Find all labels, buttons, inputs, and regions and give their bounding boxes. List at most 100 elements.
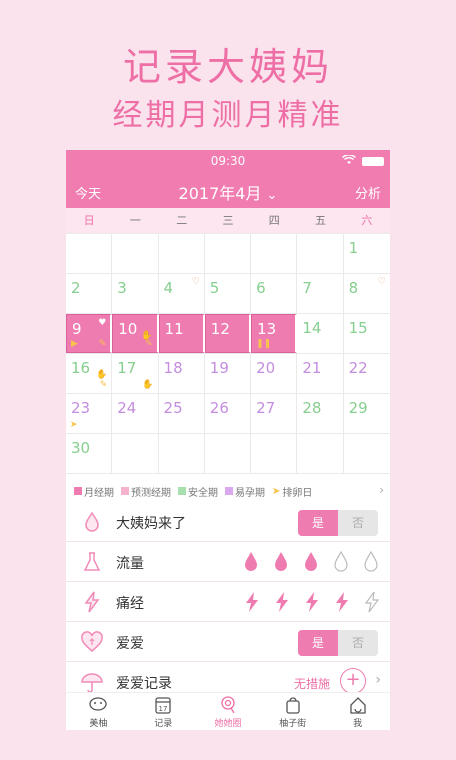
calendar-day[interactable] (205, 234, 252, 273)
calendar-day[interactable]: 13 ❚❚ (251, 314, 298, 353)
calendar-week: 2 3 4 ♡ 5 6 7 8 ♡ (66, 274, 390, 314)
calendar-day[interactable] (344, 434, 390, 473)
toggle-yes[interactable]: 是 (298, 630, 338, 656)
calendar-day[interactable]: 12 (204, 314, 252, 353)
calendar-day[interactable]: 7 (297, 274, 344, 313)
day-number: 24 (117, 399, 137, 417)
legend-label: 预测经期 (131, 487, 171, 499)
promo-subtitle: 经期月测月精准 (112, 98, 344, 133)
drop-filled-icon[interactable] (302, 550, 320, 574)
drop-filled-icon[interactable] (272, 550, 290, 574)
lightning-filled-icon[interactable] (302, 590, 320, 614)
legend-swatch (74, 487, 82, 495)
period-toggle[interactable]: 是 否 (298, 510, 378, 536)
calendar-day[interactable]: 4 ♡ (159, 274, 205, 313)
calendar-week: 9 ♥ ▶ ✎ 10 ✋ ✎ 11 12 13 ❚❚ 14 15 (66, 314, 390, 354)
calendar-day[interactable] (251, 234, 298, 273)
love-toggle[interactable]: 是 否 (298, 630, 378, 656)
calendar-day[interactable]: 20 (251, 354, 298, 393)
record-label: 爱爱 (116, 636, 144, 652)
calendar-day[interactable] (159, 434, 205, 473)
record-cramps: 痛经 (66, 582, 390, 622)
calendar-day[interactable]: 15 (344, 314, 390, 353)
calendar-legend[interactable]: 月经期 预测经期 安全期 易孕期 ➤ 排卵日 › (66, 480, 390, 502)
drop-filled-icon[interactable] (242, 550, 260, 574)
day-number: 5 (209, 279, 220, 297)
day-number: 21 (302, 359, 322, 377)
tab-street[interactable]: 柚子街 (260, 693, 325, 730)
day-number: 9 (72, 320, 82, 338)
tab-meiyou[interactable]: 美柚 (66, 693, 131, 730)
cramps-level-selector[interactable] (230, 590, 380, 614)
drop-outline-icon[interactable] (332, 550, 350, 574)
tab-circle[interactable]: 她她圈 (196, 693, 261, 730)
calendar-day[interactable]: 3 (112, 274, 159, 313)
calendar-day[interactable]: 17 ✋ (112, 354, 159, 393)
lightning-filled-icon[interactable] (242, 590, 260, 614)
flow-level-selector[interactable] (230, 550, 380, 574)
toggle-yes[interactable]: 是 (298, 510, 338, 536)
tab-me[interactable]: 我 (325, 693, 390, 730)
calendar-day[interactable]: 8 ♡ (344, 274, 390, 313)
calendar-day[interactable]: 9 ♥ ▶ ✎ (66, 314, 113, 353)
calendar-day[interactable] (159, 234, 205, 273)
calendar-day[interactable] (112, 234, 159, 273)
lightning-outline-icon[interactable] (362, 590, 380, 614)
calendar-day[interactable]: 14 (297, 314, 344, 353)
calendar-day[interactable]: 19 (205, 354, 252, 393)
calendar-day[interactable]: 27 (251, 394, 298, 433)
calendar-day[interactable]: 1 (344, 234, 390, 273)
lightning-filled-icon[interactable] (272, 590, 290, 614)
calendar-day[interactable]: 22 (344, 354, 390, 393)
drop-outline-icon[interactable] (362, 550, 380, 574)
legend-period: 月经期 (74, 484, 114, 499)
lollipop-icon (221, 696, 235, 714)
calendar-day[interactable]: 10 ✋ ✎ (112, 314, 159, 353)
calendar-grid: 1 2 3 4 ♡ 5 6 7 8 ♡ 9 ♥ ▶ ✎ 10 ✋ ✎ 11 12 13 ❚❚ 1… (66, 233, 390, 474)
chevron-right-icon[interactable]: › (379, 483, 384, 497)
calendar-day[interactable] (112, 434, 159, 473)
home-icon (349, 697, 366, 714)
chevron-right-icon[interactable]: › (375, 672, 381, 688)
calendar-day[interactable]: 11 (158, 314, 205, 353)
calendar-day[interactable]: 25 (159, 394, 205, 433)
calendar-day[interactable]: 26 (205, 394, 252, 433)
lightning-filled-icon[interactable] (332, 590, 350, 614)
calendar-day[interactable]: 2 (66, 274, 113, 313)
calendar-day[interactable]: 28 (297, 394, 344, 433)
weekday-label: 四 (268, 214, 280, 227)
day-number: 6 (256, 279, 266, 297)
calendar-day[interactable] (205, 434, 252, 473)
weekday-label: 一 (129, 214, 141, 227)
day-number: 17 (117, 359, 137, 377)
weekday-header: 日 一 二 三 四 五 六 (66, 208, 390, 233)
promo-title: 记录大姨妈 (122, 45, 333, 89)
thumb-icon: ✋ (96, 370, 108, 380)
calendar-day[interactable]: 24 (112, 394, 159, 433)
add-icon[interactable]: + (340, 668, 366, 694)
umbrella-icon (81, 673, 103, 693)
calendar-day[interactable]: 29 (344, 394, 390, 433)
calendar-day[interactable]: 30 (66, 434, 113, 473)
calendar-day[interactable] (297, 234, 344, 273)
month-selector[interactable]: 2017年4月 ⌄ (66, 180, 390, 204)
calendar-day[interactable]: 18 (159, 354, 205, 393)
calendar-icon-text: 17 (159, 705, 168, 713)
record-label: 爱爱记录 (116, 676, 172, 692)
calendar-day[interactable]: 6 (251, 274, 298, 313)
pencil-icon: ✎ (98, 339, 107, 349)
legend-swatch (178, 487, 186, 495)
tab-record[interactable]: 17 记录 (131, 693, 196, 730)
day-number: 25 (163, 399, 183, 417)
analysis-button[interactable]: 分析 (355, 183, 381, 202)
toggle-no[interactable]: 否 (338, 510, 378, 536)
calendar-day[interactable]: 23 ➤ (66, 394, 113, 433)
toggle-no[interactable]: 否 (338, 630, 378, 656)
calendar-day[interactable]: 5 (205, 274, 252, 313)
calendar-day[interactable] (251, 434, 298, 473)
day-number: 16 (71, 359, 91, 377)
calendar-day[interactable]: 16 ✋ ✎ (66, 354, 113, 393)
calendar-day[interactable] (297, 434, 344, 473)
calendar-day[interactable]: 21 (297, 354, 344, 393)
calendar-day[interactable] (66, 234, 113, 273)
